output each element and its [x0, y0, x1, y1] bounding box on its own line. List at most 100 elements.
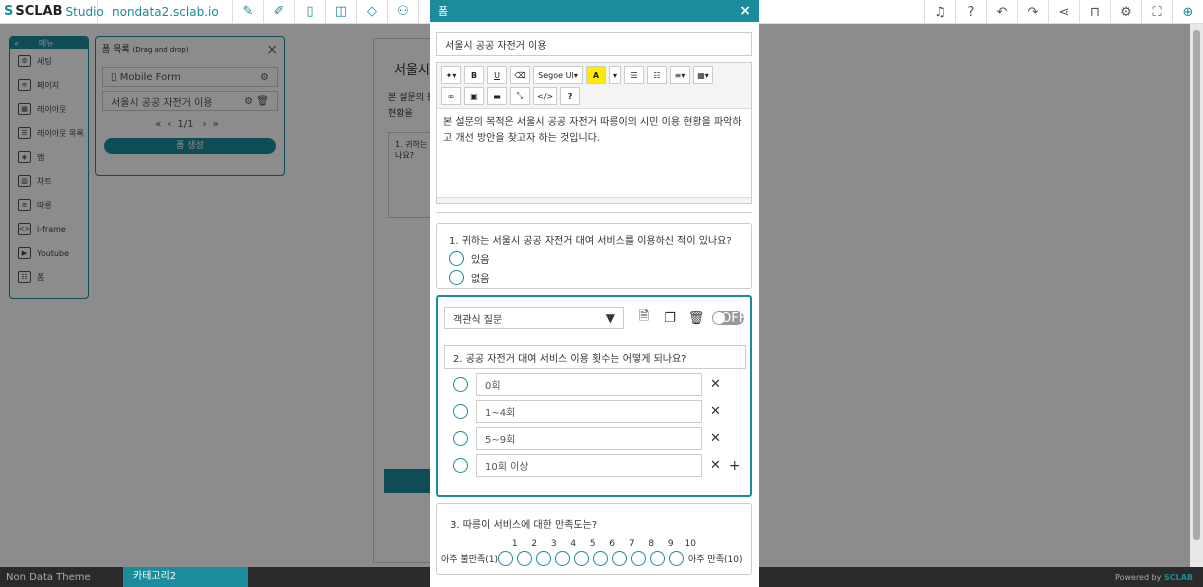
redo-icon[interactable]: ↷: [1017, 0, 1048, 24]
chevron-down-icon: ▼: [605, 311, 615, 325]
scale-number: 7: [628, 539, 635, 549]
logo-brand: SCLAB: [15, 4, 63, 19]
underline-button[interactable]: U: [487, 66, 507, 84]
question-toolbar: 객관식 질문 ▼ 🗎 ❐ 🗑 OFF: [444, 307, 746, 329]
magic-icon[interactable]: ✦▾: [441, 66, 461, 84]
cube-icon[interactable]: ◇: [357, 0, 388, 24]
radio-button[interactable]: [449, 270, 464, 285]
trash-icon[interactable]: 🗑: [686, 311, 706, 326]
link-icon[interactable]: ∞: [441, 87, 461, 105]
option-label: 있음: [471, 255, 490, 266]
scrollbar-thumb[interactable]: [1193, 30, 1200, 540]
expand-icon[interactable]: ⤡: [510, 87, 530, 105]
modal-header: 폼 ×: [430, 0, 759, 22]
question-editor-card: 객관식 질문 ▼ 🗎 ❐ 🗑 OFF 2. 공공 자전거 대여 서비스 이용 횟수…: [436, 295, 752, 497]
radio-button[interactable]: [593, 551, 609, 566]
radio-button[interactable]: [453, 458, 468, 473]
table-icon[interactable]: ▦▾: [693, 66, 714, 84]
question-card[interactable]: 3. 따릉이 서비스에 대한 만족도는? 1 2 3 4 5 6 7 8 9 1…: [436, 503, 752, 575]
users-icon[interactable]: ⚇: [388, 0, 419, 24]
video-icon[interactable]: ▬: [487, 87, 507, 105]
eraser-icon[interactable]: ⌫: [510, 66, 530, 84]
undo-icon[interactable]: ↶: [986, 0, 1017, 24]
question-text: 3. 따릉이 서비스에 대한 만족도는?: [450, 520, 598, 531]
remove-option-icon[interactable]: ✕: [710, 458, 721, 473]
option-row[interactable]: 있음: [449, 251, 739, 266]
scale-numbers: 1 2 3 4 5 6 7 8 9 10: [505, 539, 747, 549]
edit-icon[interactable]: ✐: [264, 0, 295, 24]
option-row[interactable]: 없음: [449, 270, 739, 285]
question-card[interactable]: 1. 귀하는 서울시 공공 자전거 대여 서비스를 이용하신 적이 있나요? 있…: [436, 223, 752, 289]
category-tab[interactable]: 카테고리2: [123, 567, 248, 587]
fullscreen-icon[interactable]: ⛶: [1141, 0, 1172, 24]
close-icon[interactable]: ×: [739, 3, 751, 19]
option-input[interactable]: 10회 이상: [476, 454, 702, 477]
number-list-icon[interactable]: ☷: [647, 66, 668, 84]
radio-button[interactable]: [453, 377, 468, 392]
bold-button[interactable]: B: [464, 66, 484, 84]
question-actions: 🗎 ❐ 🗑 OFF: [634, 307, 746, 329]
bullet-list-icon[interactable]: ☰: [624, 66, 645, 84]
radio-button[interactable]: [574, 551, 590, 566]
code-icon[interactable]: </>: [533, 87, 558, 105]
copy-icon[interactable]: ❐: [660, 311, 680, 326]
remove-option-icon[interactable]: ✕: [710, 404, 721, 419]
radio-button[interactable]: [517, 551, 533, 566]
share-icon[interactable]: ⋖: [1048, 0, 1079, 24]
edit-note-icon[interactable]: ✎: [233, 0, 264, 24]
option-row: 1~4회 ✕: [444, 400, 744, 423]
form-title-input[interactable]: 서울시 공공 자전거 이용: [436, 32, 752, 56]
radio-button[interactable]: [449, 251, 464, 266]
option-row: 0회 ✕: [444, 373, 744, 396]
gear-icon[interactable]: ⚙: [1110, 0, 1141, 24]
font-select[interactable]: Segoe UI ▾: [533, 66, 583, 84]
remove-option-icon[interactable]: ✕: [710, 431, 721, 446]
bell-icon[interactable]: ♫: [924, 0, 955, 24]
highlight-dropdown[interactable]: ▾: [609, 66, 622, 84]
app-logo[interactable]: S SCLAB Studio: [0, 0, 104, 24]
add-option-icon[interactable]: +: [729, 458, 741, 474]
globe-icon[interactable]: ⊕: [1172, 0, 1203, 24]
database-icon[interactable]: ◫: [326, 0, 357, 24]
question-type-select[interactable]: 객관식 질문 ▼: [444, 307, 624, 329]
editor-resize-handle[interactable]: [437, 197, 751, 203]
radio-button[interactable]: [555, 551, 571, 566]
option-row: 5~9회 ✕: [444, 427, 744, 450]
unlock-icon[interactable]: ⊓: [1079, 0, 1110, 24]
remove-option-icon[interactable]: ✕: [710, 377, 721, 392]
divider: [436, 212, 752, 213]
scale-number: 6: [609, 539, 616, 549]
radio-button[interactable]: [498, 551, 514, 566]
required-toggle[interactable]: OFF: [712, 311, 746, 326]
radio-button[interactable]: [453, 431, 468, 446]
option-input[interactable]: 1~4회: [476, 400, 702, 423]
page-scrollbar[interactable]: [1190, 24, 1203, 567]
help-icon[interactable]: ?: [560, 87, 581, 105]
toolbar-left: ✎ ✐ ▯ ◫ ◇ ⚇ ⠿: [233, 0, 450, 24]
radio-button[interactable]: [536, 551, 552, 566]
option-row: 10회 이상 ✕ +: [444, 454, 744, 477]
modal-body: 서울시 공공 자전거 이용 ✦▾ B U ⌫ Segoe UI ▾ A ▾ ☰ ☷…: [430, 22, 759, 575]
option-label: 없음: [471, 274, 490, 285]
map-icon[interactable]: ▯: [295, 0, 326, 24]
question-text-input[interactable]: 2. 공공 자전거 대여 서비스 이용 횟수는 어떻게 되나요?: [444, 345, 746, 369]
highlight-button[interactable]: A: [586, 66, 606, 84]
image-icon[interactable]: ▣: [464, 87, 484, 105]
font-name: Segoe UI: [538, 70, 574, 80]
help-icon[interactable]: ?: [955, 0, 986, 24]
option-input[interactable]: 0회: [476, 373, 702, 396]
radio-button[interactable]: [669, 551, 685, 566]
option-input[interactable]: 5~9회: [476, 427, 702, 450]
radio-button[interactable]: [650, 551, 666, 566]
radio-button[interactable]: [612, 551, 628, 566]
toggle-knob: [713, 312, 725, 324]
scale-row: 아주 불만족(1) 아주 만족(10): [441, 551, 747, 566]
toolbar-right: ♫ ? ↶ ↷ ⋖ ⊓ ⚙ ⛶ ⊕: [924, 0, 1203, 24]
radio-button[interactable]: [631, 551, 647, 566]
add-file-icon[interactable]: 🗎: [634, 307, 654, 329]
theme-label[interactable]: Non Data Theme: [0, 572, 123, 583]
align-icon[interactable]: ≡▾: [670, 66, 691, 84]
scale-number: 3: [550, 539, 557, 549]
radio-button[interactable]: [453, 404, 468, 419]
editor-content[interactable]: 본 설문의 목적은 서울시 공공 자전거 따릉이의 시민 이용 현황을 파악하고…: [437, 109, 751, 197]
